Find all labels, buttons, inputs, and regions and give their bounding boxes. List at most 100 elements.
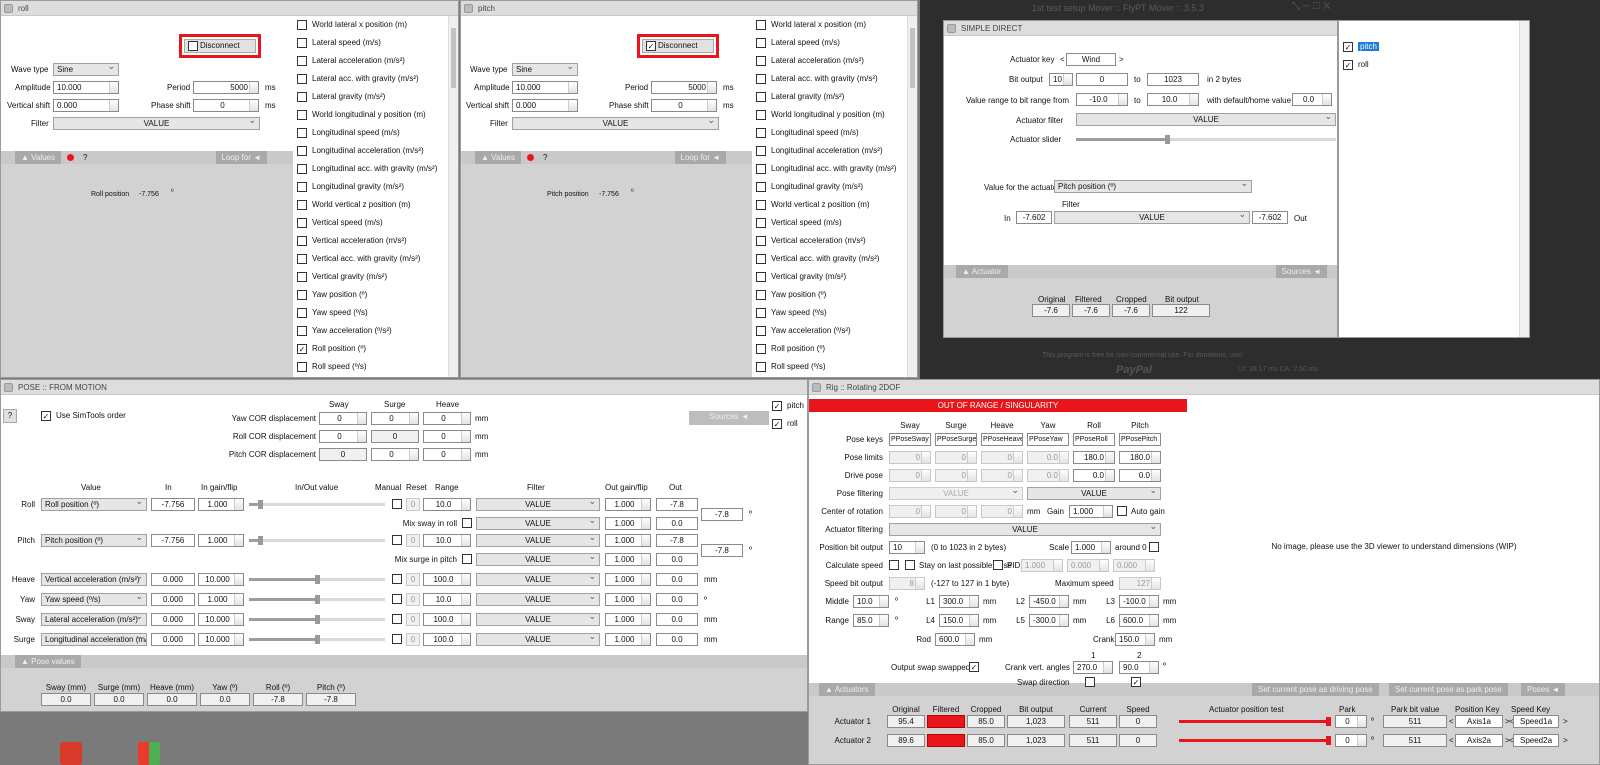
period-input[interactable]: 5000 bbox=[193, 81, 259, 94]
out-gain-input[interactable]: 1.000 bbox=[605, 633, 651, 646]
in-gain-input[interactable]: 10.000 bbox=[198, 613, 244, 626]
cor-input[interactable]: 0 bbox=[423, 448, 471, 461]
max-speed-input[interactable]: 127 bbox=[1119, 577, 1161, 590]
slider-thumb[interactable] bbox=[257, 536, 263, 545]
dimension-input[interactable]: 150.0 bbox=[1115, 633, 1155, 646]
source-item[interactable]: Lateral speed (m/s) bbox=[297, 36, 381, 50]
pitch-checkbox[interactable]: ✓ bbox=[1343, 42, 1353, 52]
drive-pose-input[interactable]: 0.0 bbox=[1073, 469, 1115, 482]
roll-scrollbar[interactable] bbox=[448, 16, 458, 377]
auto-gain-checkbox[interactable] bbox=[1117, 506, 1127, 516]
reset-button[interactable]: 0 bbox=[406, 633, 420, 646]
source-item[interactable]: Lateral acceleration (m/s²) bbox=[756, 54, 864, 68]
value-select[interactable]: Vertical acceleration (m/s²) bbox=[41, 573, 147, 586]
position-bits-input[interactable]: 10 bbox=[889, 541, 925, 554]
range-input[interactable]: 85.0 bbox=[853, 614, 889, 627]
dimension-input[interactable]: -450.0 bbox=[1029, 595, 1069, 608]
scroll-thumb[interactable] bbox=[451, 28, 456, 88]
source-item[interactable]: Lateral acc. with gravity (m/s²) bbox=[297, 72, 419, 86]
cor-input[interactable]: 0 bbox=[319, 448, 367, 461]
pose-limit-input[interactable]: 180.0 bbox=[1119, 451, 1161, 464]
help-button[interactable]: ? bbox=[3, 409, 17, 423]
inout-slider[interactable] bbox=[249, 635, 385, 644]
output-swap-checkbox[interactable]: ✓ bbox=[969, 662, 979, 672]
source-checkbox[interactable] bbox=[756, 56, 766, 66]
pose-limit-input[interactable]: 0.0 bbox=[1027, 451, 1069, 464]
source-checkbox[interactable] bbox=[297, 254, 307, 264]
source-checkbox[interactable] bbox=[297, 92, 307, 102]
phase-shift-input[interactable]: 0 bbox=[651, 99, 717, 112]
source-checkbox[interactable] bbox=[756, 344, 766, 354]
range-input[interactable]: 100.0 bbox=[423, 573, 471, 586]
source-item[interactable]: Longitudinal speed (m/s) bbox=[297, 126, 400, 140]
use-simtools-option[interactable]: ✓ Use SimTools order bbox=[41, 409, 126, 423]
position-key-input[interactable]: Axis1a bbox=[1455, 715, 1503, 728]
center-rotation-input[interactable]: 0 bbox=[889, 505, 931, 518]
source-item[interactable]: Vertical acc. with gravity (m/s²) bbox=[297, 252, 420, 266]
slider-thumb[interactable] bbox=[1326, 717, 1331, 726]
source-checkbox[interactable] bbox=[756, 308, 766, 318]
source-item[interactable]: Roll speed (º/s) bbox=[297, 360, 367, 374]
source-item[interactable]: World longitudinal y position (m) bbox=[756, 108, 885, 122]
slider-thumb[interactable] bbox=[315, 635, 320, 644]
actuators-tab[interactable]: ▲ Actuators bbox=[819, 683, 875, 696]
source-item[interactable]: Lateral acceleration (m/s²) bbox=[297, 54, 405, 68]
gain-input[interactable]: 1.000 bbox=[1069, 505, 1113, 518]
value-select[interactable]: Longitudinal acceleration (m/s²) bbox=[41, 633, 147, 646]
inout-slider[interactable] bbox=[249, 595, 385, 604]
disconnect-checkbox[interactable]: ✓ bbox=[646, 41, 656, 51]
speed-bits-input[interactable]: 8 bbox=[889, 577, 925, 590]
pose-limit-input[interactable]: 0 bbox=[981, 451, 1023, 464]
in-gain-input[interactable]: 10.000 bbox=[198, 633, 244, 646]
slider-thumb[interactable] bbox=[315, 615, 320, 624]
side-scrollbar[interactable] bbox=[1519, 21, 1529, 337]
source-item[interactable]: Yaw acceleration (º/s²) bbox=[756, 324, 851, 338]
source-item[interactable]: World longitudinal y position (m) bbox=[297, 108, 426, 122]
pid-input[interactable]: 0.000 bbox=[1067, 559, 1109, 572]
source-item[interactable]: ✓ Roll position (º) bbox=[297, 342, 366, 356]
source-checkbox[interactable] bbox=[756, 128, 766, 138]
actuator-key-input[interactable]: Wind bbox=[1066, 53, 1116, 66]
slider-thumb[interactable] bbox=[315, 595, 320, 604]
range-input[interactable]: 10.0 bbox=[423, 534, 471, 547]
manual-checkbox[interactable] bbox=[392, 499, 402, 509]
manual-checkbox[interactable] bbox=[392, 535, 402, 545]
slider-thumb[interactable] bbox=[315, 575, 320, 584]
out-gain-input[interactable]: 1.000 bbox=[605, 498, 651, 511]
side-item-pitch[interactable]: ✓ pitch bbox=[1343, 40, 1379, 54]
value-select[interactable]: Lateral acceleration (m/s²) bbox=[41, 613, 147, 626]
poses-tab[interactable]: Poses ◄ bbox=[1521, 683, 1566, 696]
mix-gain-input[interactable]: 1.000 bbox=[605, 517, 651, 530]
source-checkbox[interactable] bbox=[297, 110, 307, 120]
around-checkbox[interactable] bbox=[1149, 542, 1159, 552]
pose-key-input[interactable]: PPoseHeave bbox=[981, 433, 1023, 446]
source-checkbox[interactable] bbox=[297, 146, 307, 156]
reset-button[interactable]: 0 bbox=[406, 593, 420, 606]
source-item[interactable]: Longitudinal gravity (m/s²) bbox=[756, 180, 863, 194]
crank-angle-input[interactable]: 270.0 bbox=[1073, 661, 1113, 674]
cor-input[interactable]: 0 bbox=[371, 430, 419, 443]
filter-select[interactable]: VALUE bbox=[476, 573, 600, 586]
cor-input[interactable]: 0 bbox=[371, 412, 419, 425]
source-checkbox[interactable] bbox=[756, 164, 766, 174]
source-checkbox[interactable] bbox=[297, 272, 307, 282]
out-gain-input[interactable]: 1.000 bbox=[605, 613, 651, 626]
calculate-speed-checkbox[interactable] bbox=[889, 560, 899, 570]
pose-limit-input[interactable]: 0 bbox=[935, 451, 977, 464]
source-item[interactable]: Vertical acceleration (m/s²) bbox=[297, 234, 407, 248]
dimension-input[interactable]: 600.0 bbox=[1119, 614, 1159, 627]
source-checkbox[interactable] bbox=[297, 362, 307, 372]
actuator-tab[interactable]: ▲ Actuator bbox=[956, 265, 1008, 278]
disconnect-button[interactable]: Disconnect bbox=[184, 39, 256, 53]
source-checkbox[interactable] bbox=[297, 74, 307, 84]
source-checkbox[interactable] bbox=[297, 38, 307, 48]
filter-select[interactable]: VALUE bbox=[476, 633, 600, 646]
source-item[interactable]: Roll position (º) bbox=[756, 342, 825, 356]
inout-slider[interactable] bbox=[249, 575, 385, 584]
source-checkbox[interactable] bbox=[297, 182, 307, 192]
source-checkbox[interactable] bbox=[297, 218, 307, 228]
drive-pose-input[interactable]: 0 bbox=[981, 469, 1023, 482]
actuator-slider[interactable] bbox=[1076, 135, 1336, 144]
sources-tab[interactable]: Sources ◄ bbox=[1275, 265, 1327, 278]
source-item[interactable]: Longitudinal acc. with gravity (m/s²) bbox=[756, 162, 896, 176]
